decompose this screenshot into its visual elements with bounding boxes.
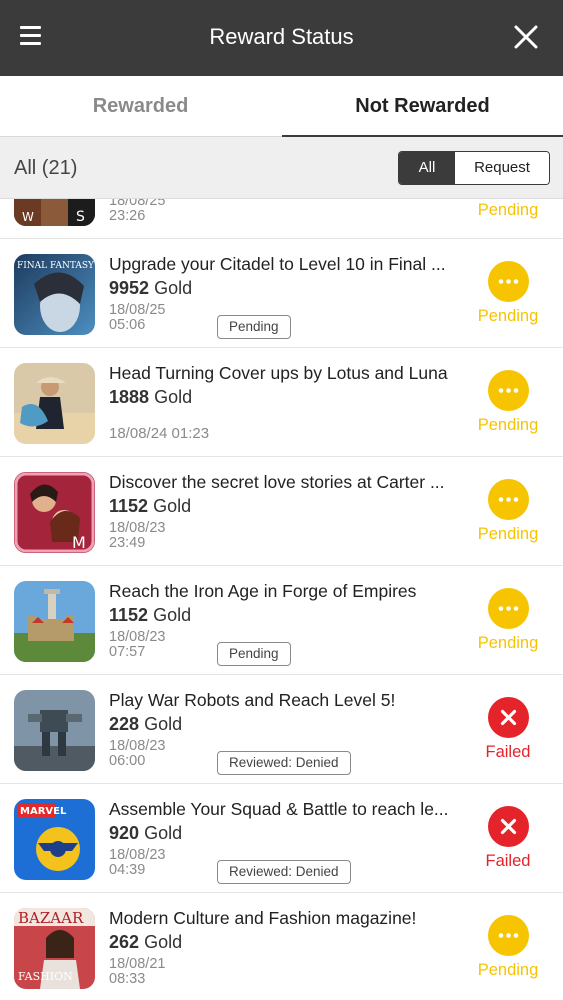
status-label: Pending [477,201,539,219]
pending-badge: Pending [217,642,291,666]
item-gold: 262 Gold [109,932,183,952]
top-bar: Reward Status [0,0,563,76]
item-date: 18/08/23 06:00 [109,738,166,769]
list-item[interactable]: Reach the Iron Age in Forge of Empires 1… [0,567,563,675]
tab-rewarded[interactable]: Rewarded [0,76,281,137]
item-title: Modern Culture and Fashion magazine! [109,908,417,928]
item-date: 18/08/24 01:23 [109,425,210,442]
filter-segmented-control: All Request [398,151,550,185]
list-item[interactable]: Head Turning Cover ups by Lotus and Luna… [0,349,563,457]
item-title: Upgrade your Citadel to Level 10 in Fina… [109,254,446,274]
item-date: 18/08/23 04:39 [109,847,166,878]
wwe-app-icon: WS [14,199,95,226]
pending-icon[interactable] [488,261,529,302]
tab-bar: Rewarded Not Rewarded [0,76,563,138]
item-gold: 1152 Gold [109,496,192,516]
war-robots-app-icon [14,690,95,771]
svg-text:S: S [76,209,85,225]
denied-badge: Reviewed: Denied [217,751,351,775]
item-gold: 228 Gold [109,714,183,734]
final-fantasy-app-icon: FINAL FANTASY [14,254,95,335]
denied-badge: Reviewed: Denied [217,860,351,884]
svg-text:BAZAAR: BAZAAR [18,909,84,927]
failed-icon[interactable] [488,806,529,847]
failed-icon[interactable] [488,697,529,738]
status-label: Failed [485,743,531,761]
item-title: Discover the secret love stories at Cart… [109,472,445,492]
item-date: 18/08/25 23:26 [109,199,166,224]
page-title: Reward Status [209,24,354,49]
item-gold: 1152 Gold [109,605,192,625]
filter-request-button[interactable]: Request [455,152,549,184]
item-gold: 9952 Gold [109,278,193,298]
pending-icon[interactable] [488,479,529,520]
svg-text:FINAL FANTASY: FINAL FANTASY [17,261,95,271]
tab-not-rewarded[interactable]: Not Rewarded [282,76,563,138]
item-count: All (21) [14,157,78,179]
marvel-app-icon: MARVEL [14,799,95,880]
item-date: 18/08/25 05:06 [109,302,166,333]
item-title: Assemble Your Squad & Battle to reach le… [109,799,449,819]
filter-bar: All (21) All Request [0,137,563,199]
pending-icon[interactable] [488,370,529,411]
item-date: 18/08/23 23:49 [109,520,166,551]
item-gold: 1888 Gold [109,387,193,407]
status-label: Pending [477,416,539,434]
filter-all-button[interactable]: All [399,152,455,184]
svg-text:FASHION: FASHION [18,970,73,983]
list-item[interactable]: MARVEL Assemble Your Squad & Battle to r… [0,785,563,893]
status-label: Pending [477,525,539,543]
list-item[interactable]: Play War Robots and Reach Level 5! 228 G… [0,676,563,784]
pending-icon[interactable] [488,588,529,629]
status-label: Pending [477,307,539,325]
item-date: 18/08/23 07:57 [109,629,166,660]
bazaar-magazine-app-icon: BAZAAR FASHION [14,908,95,989]
list-item[interactable]: FINAL FANTASY Upgrade your Citadel to Le… [0,240,563,348]
item-title: Reach the Iron Age in Forge of Empires [109,581,417,601]
svg-text:M: M [72,533,86,552]
pending-icon[interactable] [488,915,529,956]
status-label: Pending [477,961,539,979]
status-label: Failed [485,852,531,870]
pending-badge: Pending [217,315,291,339]
list-item[interactable]: WS 18/08/25 23:26 Pending [0,199,563,239]
love-story-app-icon: M [14,472,95,553]
item-title: Head Turning Cover ups by Lotus and Luna [109,363,448,383]
close-icon[interactable] [511,22,541,52]
list-item[interactable]: M Discover the secret love stories at Ca… [0,458,563,566]
list-item[interactable]: BAZAAR FASHION Modern Culture and Fashion… [0,894,563,1000]
item-date: 18/08/21 08:33 [109,956,166,987]
forge-of-empires-app-icon [14,581,95,662]
svg-text:MARVEL: MARVEL [20,806,67,817]
item-gold: 920 Gold [109,823,183,843]
lotus-luna-app-icon [14,363,95,444]
svg-text:W: W [22,210,34,224]
item-title: Play War Robots and Reach Level 5! [109,690,396,710]
status-label: Pending [477,634,539,652]
reward-list[interactable]: WS 18/08/25 23:26 Pending FINAL FANTASY U… [0,199,563,1000]
